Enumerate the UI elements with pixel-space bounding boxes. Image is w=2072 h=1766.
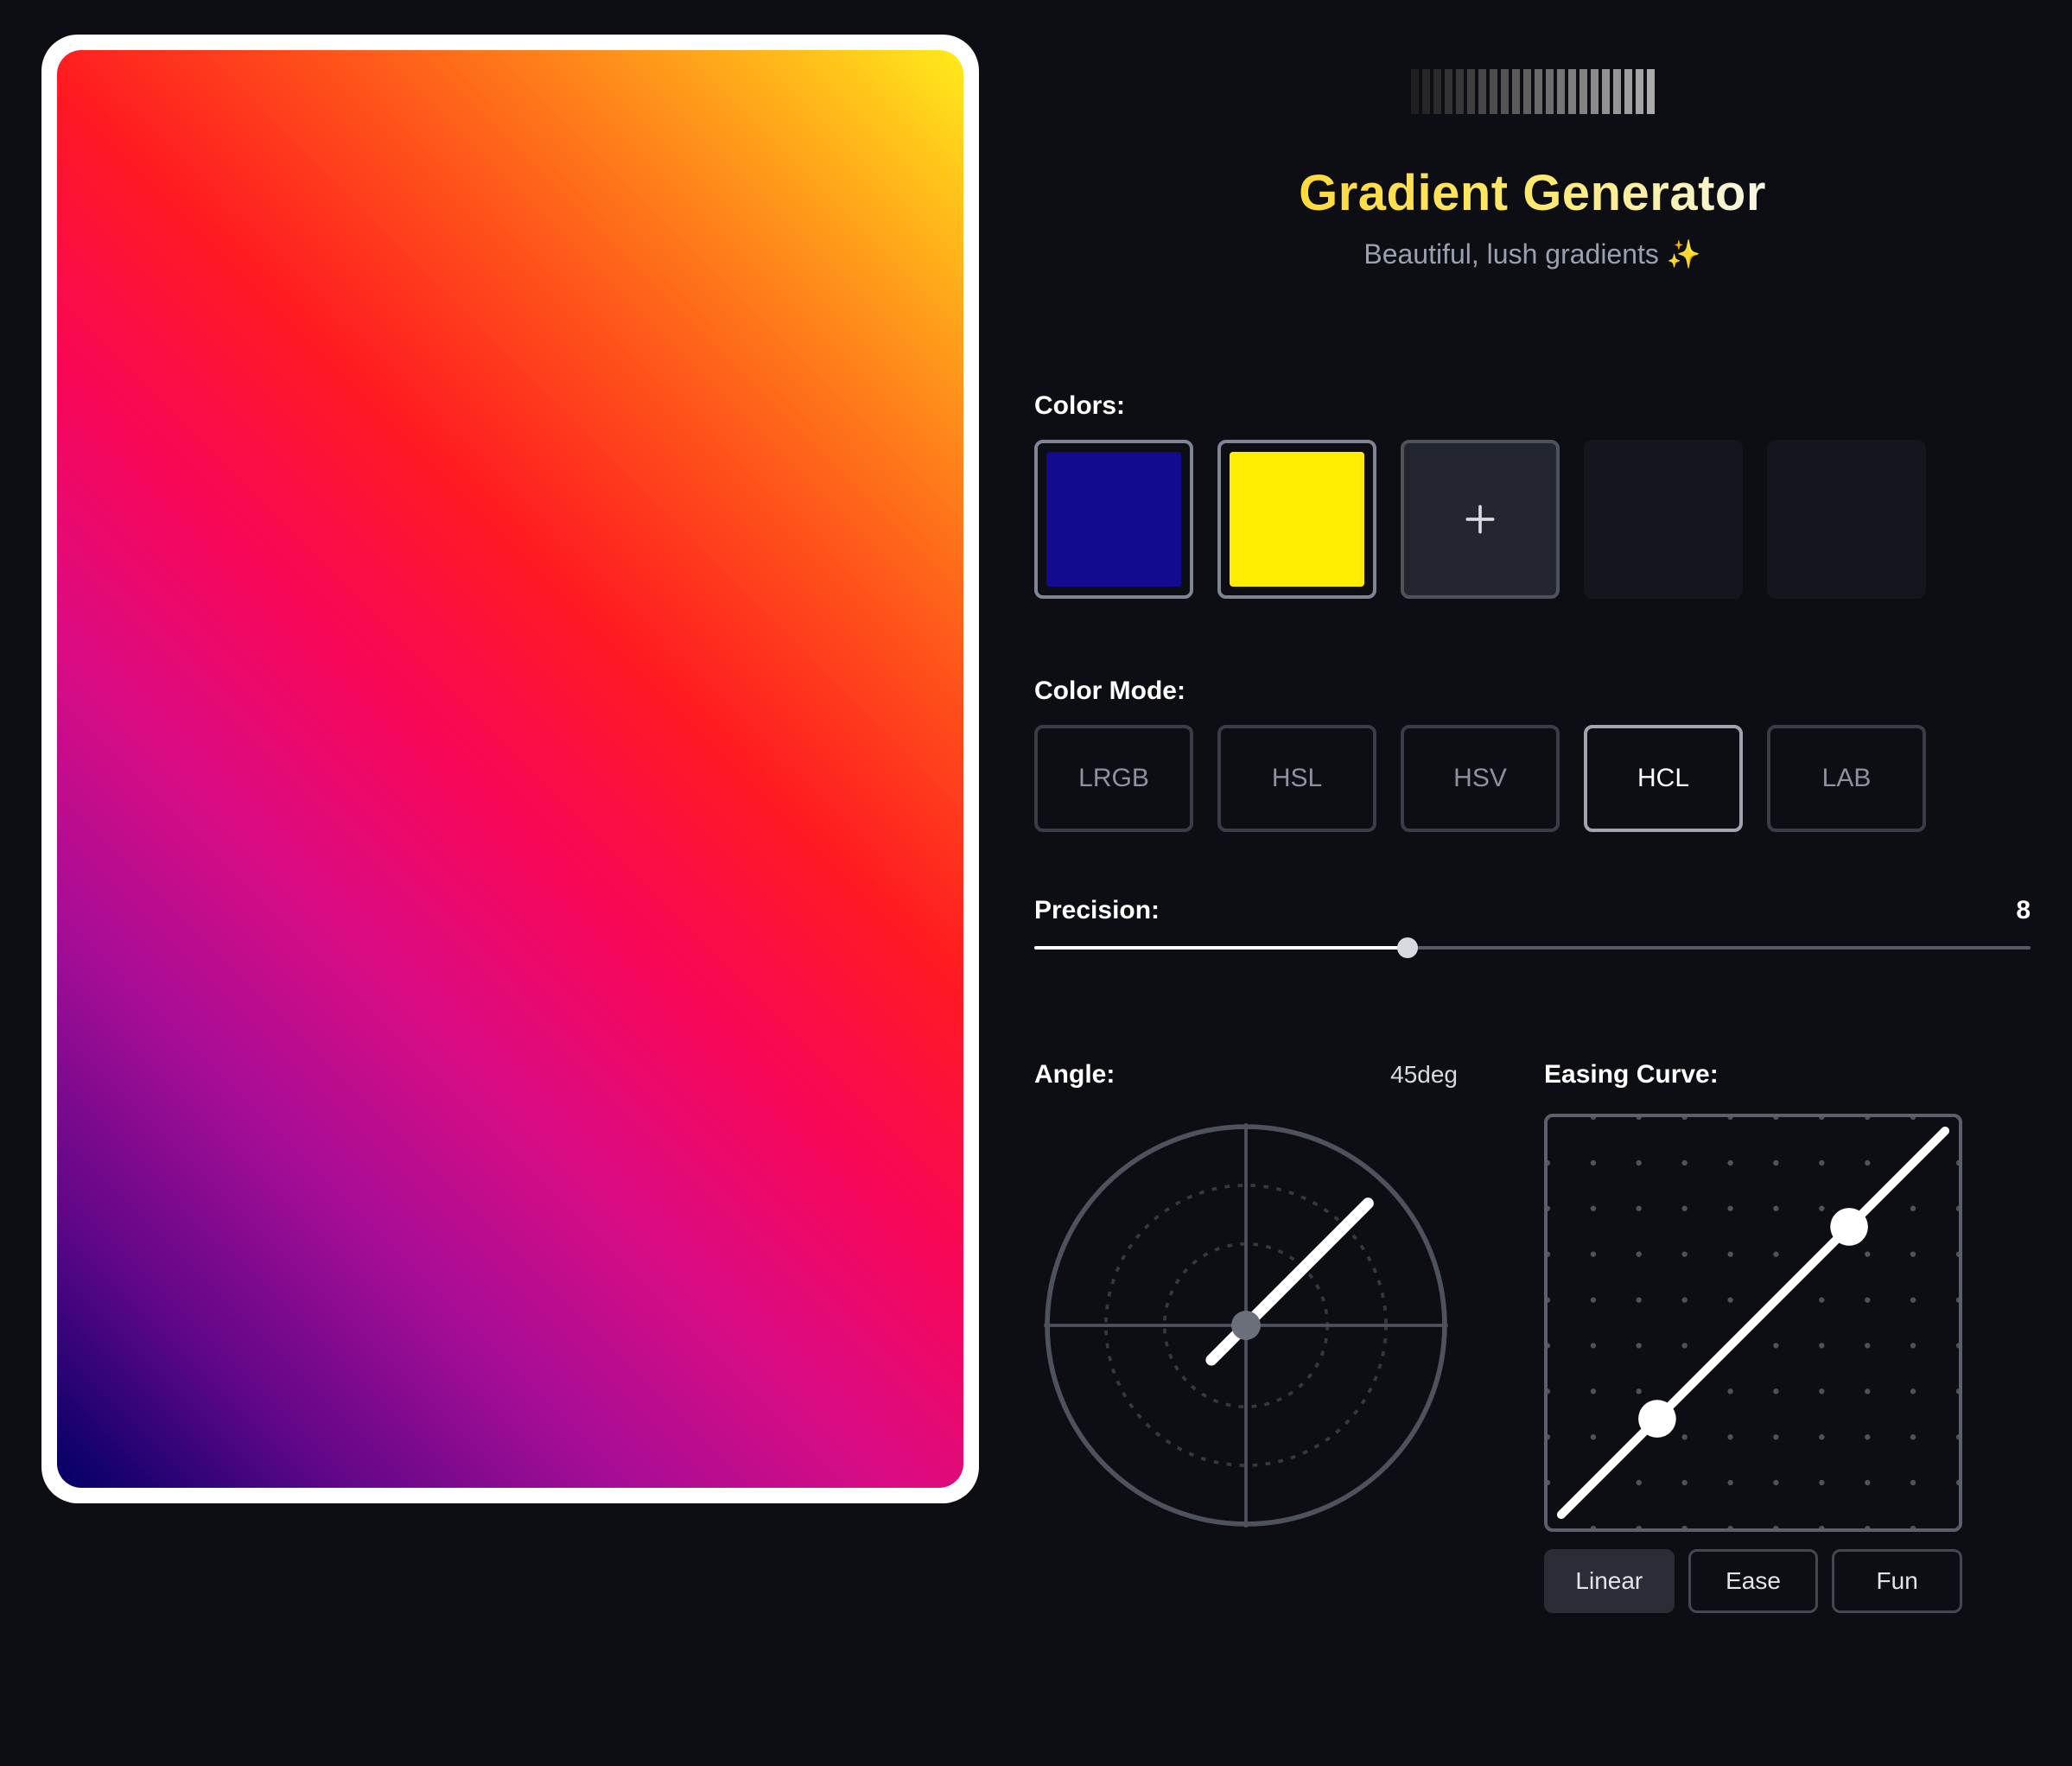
easing-handle-1[interactable] — [1638, 1400, 1676, 1438]
page-tagline: Beautiful, lush gradients ✨ — [1363, 238, 1700, 270]
app-root: Gradient Generator Beautiful, lush gradi… — [0, 0, 2072, 1655]
color-mode-row: LRGBHSLHSVHCLLAB — [1034, 725, 2031, 832]
easing-preset-button[interactable]: Linear — [1544, 1549, 1675, 1613]
precision-section: Precision: 8 — [1034, 896, 2031, 965]
easing-presets-row: LinearEaseFun — [1544, 1549, 1962, 1613]
add-color-button[interactable] — [1401, 440, 1560, 599]
color-swatch-placeholder — [1767, 440, 1926, 599]
easing-label: Easing Curve: — [1544, 1060, 1962, 1089]
bottom-row: Angle: 45deg — [1034, 1060, 2031, 1613]
angle-value: 45deg — [1390, 1061, 1458, 1089]
controls-column: Gradient Generator Beautiful, lush gradi… — [1034, 35, 2031, 1613]
angle-needle[interactable] — [1211, 1204, 1368, 1360]
color-mode-option[interactable]: LAB — [1767, 725, 1926, 832]
plus-icon — [1461, 500, 1499, 538]
angle-section: Angle: 45deg — [1034, 1060, 1458, 1613]
page-title: Gradient Generator — [1299, 164, 1766, 222]
easing-preset-button[interactable]: Ease — [1688, 1549, 1819, 1613]
colors-section: Colors: — [1034, 391, 2031, 677]
header: Gradient Generator Beautiful, lush gradi… — [1034, 69, 2031, 270]
colors-label: Colors: — [1034, 391, 2031, 421]
precision-slider[interactable] — [1034, 931, 2031, 965]
easing-handle-2[interactable] — [1830, 1208, 1868, 1246]
color-mode-option[interactable]: LRGB — [1034, 725, 1193, 832]
color-swatch[interactable] — [1217, 440, 1376, 599]
header-bars-decoration — [1411, 69, 1655, 114]
precision-label: Precision: — [1034, 896, 1160, 925]
color-mode-option[interactable]: HSV — [1401, 725, 1560, 832]
angle-label: Angle: — [1034, 1060, 1115, 1089]
precision-value: 8 — [2016, 896, 2031, 925]
color-swatch-placeholder — [1584, 440, 1743, 599]
color-mode-label: Color Mode: — [1034, 677, 2031, 706]
easing-preset-button[interactable]: Fun — [1832, 1549, 1962, 1613]
color-mode-section: Color Mode: LRGBHSLHSVHCLLAB — [1034, 677, 2031, 896]
precision-thumb[interactable] — [1397, 937, 1418, 958]
color-swatch[interactable] — [1034, 440, 1193, 599]
colors-row — [1034, 440, 2031, 599]
easing-graph[interactable] — [1544, 1114, 1962, 1532]
angle-dial[interactable] — [1034, 1114, 1458, 1537]
easing-section: Easing Curve: LinearEaseFun — [1544, 1060, 1962, 1613]
color-mode-option[interactable]: HCL — [1584, 725, 1743, 832]
precision-track — [1034, 946, 2031, 950]
gradient-preview — [57, 50, 963, 1488]
gradient-preview-frame — [41, 35, 979, 1503]
color-mode-option[interactable]: HSL — [1217, 725, 1376, 832]
